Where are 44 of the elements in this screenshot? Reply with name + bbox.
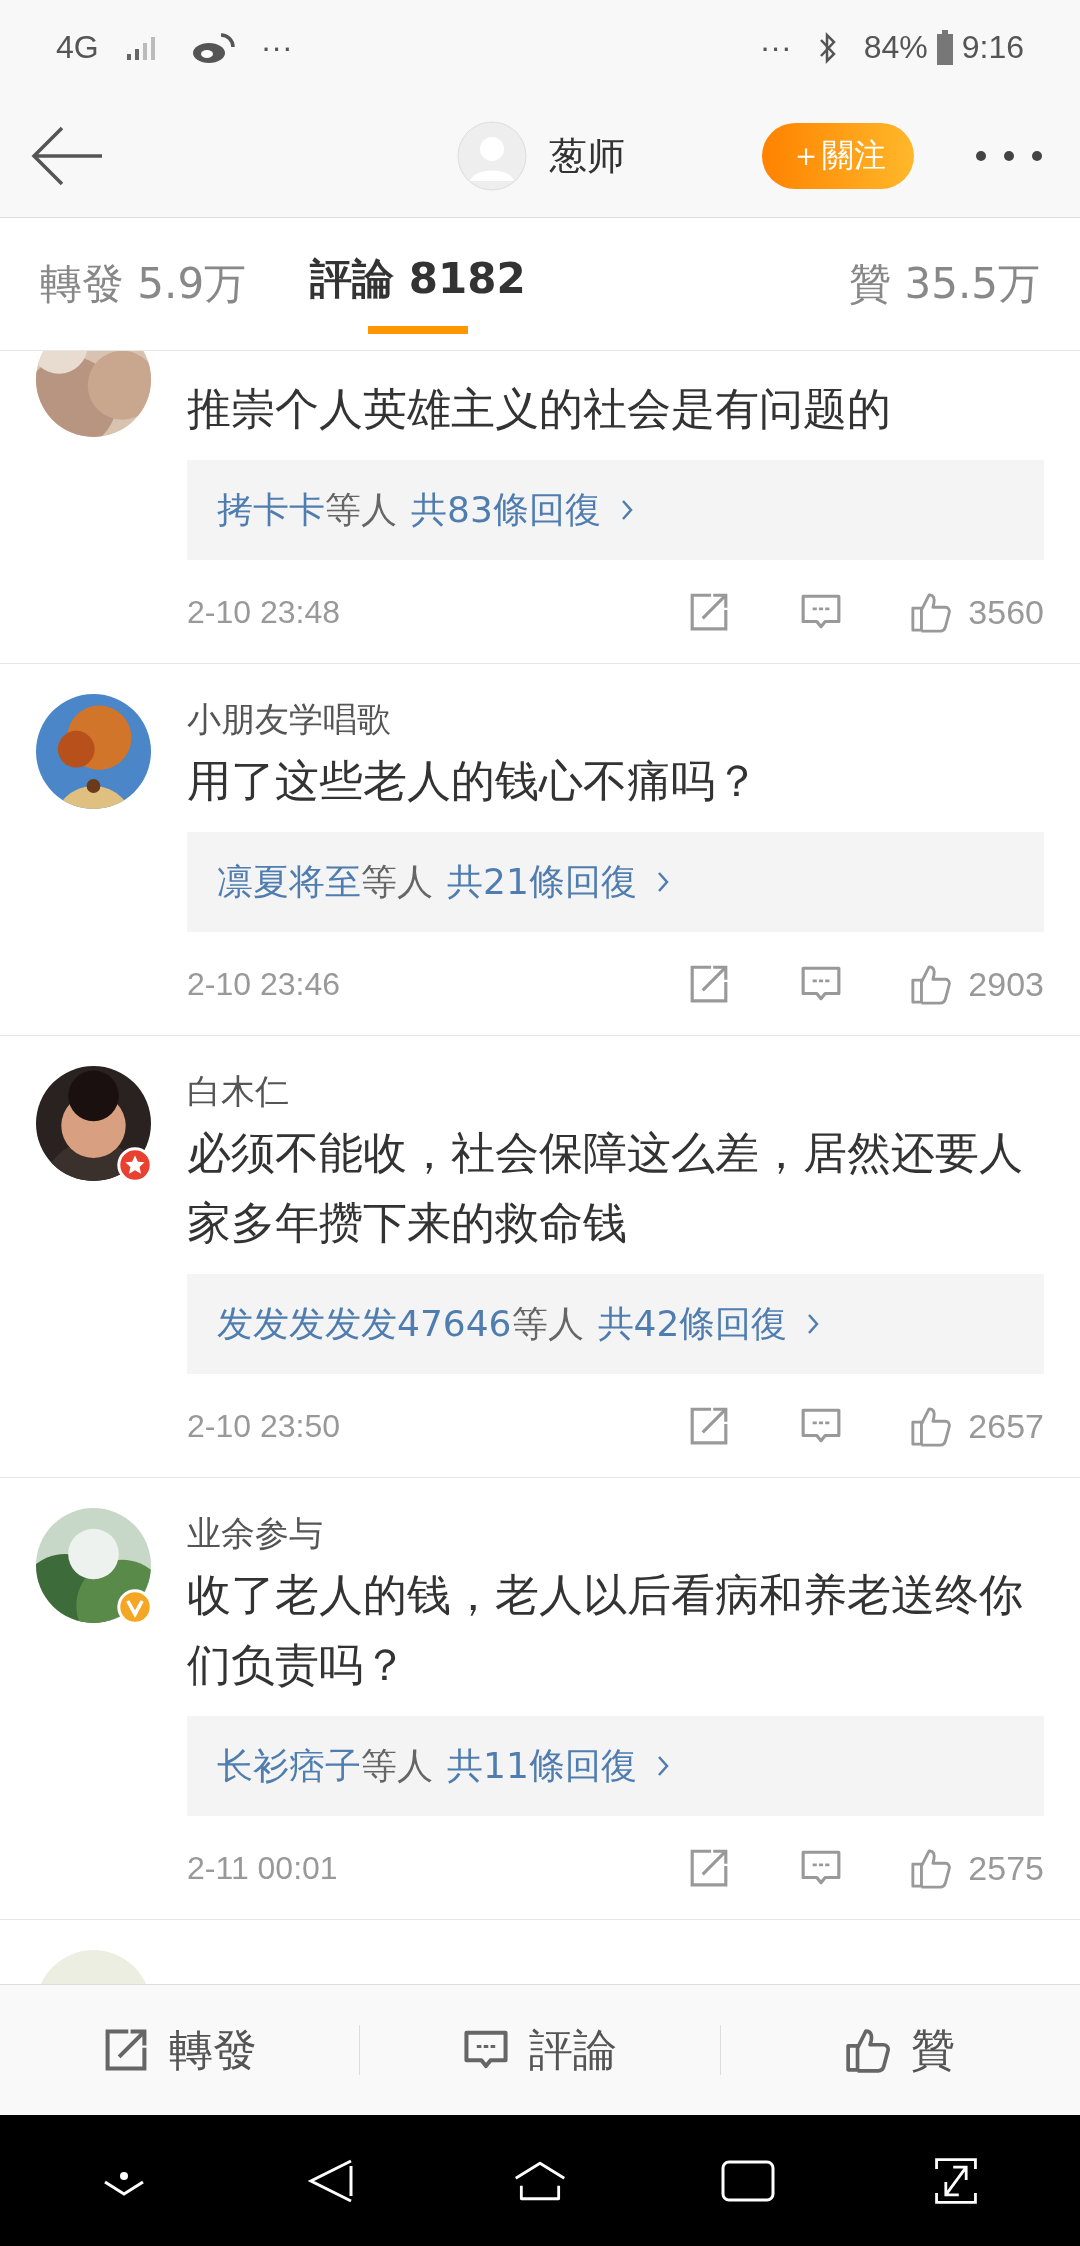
more-notifications: ··· bbox=[759, 29, 792, 66]
tab[interactable]: 轉發 5.9万 bbox=[40, 218, 247, 350]
network-type: 4G bbox=[56, 29, 99, 66]
thumbs-up-icon bbox=[910, 1405, 953, 1447]
tab[interactable]: 贊 35.5万 bbox=[849, 218, 1040, 350]
clock: 9:16 bbox=[961, 29, 1024, 66]
battery-icon bbox=[935, 29, 954, 66]
thumbs-up-icon bbox=[910, 963, 953, 1005]
comment-text: 收了老人的钱，老人以后看病和养老送终你们负责吗？ bbox=[187, 1568, 1024, 1692]
repost-button[interactable]: 轉發 bbox=[0, 1985, 360, 2115]
like-button[interactable]: 2575 bbox=[910, 1847, 1044, 1889]
username[interactable]: 业余参与 bbox=[187, 1508, 1044, 1558]
bluetooth-icon bbox=[817, 30, 838, 65]
comment-text: 用了这些老人的钱心不痛吗？ bbox=[187, 754, 760, 808]
username[interactable]: 葱师 bbox=[549, 130, 625, 182]
reply-summary[interactable]: 发发发发发47646等人 共42條回復 bbox=[187, 1274, 1044, 1374]
thumbs-up-icon bbox=[910, 1847, 953, 1889]
chevron-icon bbox=[807, 1313, 820, 1335]
chevron-icon bbox=[656, 871, 669, 893]
timestamp: 2-11 00:01 bbox=[187, 1849, 338, 1887]
username[interactable]: 小朋友学唱歌 bbox=[187, 694, 1044, 744]
more-notifications: ··· bbox=[260, 29, 293, 66]
thumbs-up-icon bbox=[845, 2027, 892, 2073]
like-button[interactable]: 贊 bbox=[720, 1985, 1080, 2115]
timestamp: 2-10 23:46 bbox=[187, 965, 340, 1003]
like-button[interactable]: 2657 bbox=[910, 1405, 1044, 1447]
like-button[interactable]: 2903 bbox=[910, 963, 1044, 1005]
timestamp: 2-10 23:48 bbox=[187, 593, 340, 631]
thumbs-up-icon bbox=[910, 591, 953, 633]
weibo-icon bbox=[190, 30, 235, 65]
back-icon[interactable] bbox=[30, 126, 104, 186]
comment-text: 推崇个人英雄主义的社会是有问题的 bbox=[187, 382, 892, 436]
like-button[interactable]: 3560 bbox=[910, 591, 1044, 633]
comment-text: 必须不能收，社会保障这么差，居然还要人家多年攒下来的救命钱 bbox=[187, 1126, 1024, 1250]
comment-button[interactable]: 評論 bbox=[360, 1985, 720, 2115]
chevron-icon bbox=[656, 1755, 669, 1777]
reply-summary[interactable]: 凛夏将至等人 共21條回復 bbox=[187, 832, 1044, 932]
timestamp: 2-10 23:50 bbox=[187, 1407, 340, 1445]
reply-summary[interactable]: 拷卡卡等人 共83條回復 bbox=[187, 460, 1044, 560]
chevron-icon bbox=[620, 499, 633, 521]
battery-percent: 84% bbox=[863, 29, 928, 66]
more-icon[interactable] bbox=[974, 149, 1044, 163]
reply-summary[interactable]: 长衫痞子等人 共11條回復 bbox=[187, 1716, 1044, 1816]
username[interactable]: 白木仁 bbox=[187, 1066, 1044, 1116]
